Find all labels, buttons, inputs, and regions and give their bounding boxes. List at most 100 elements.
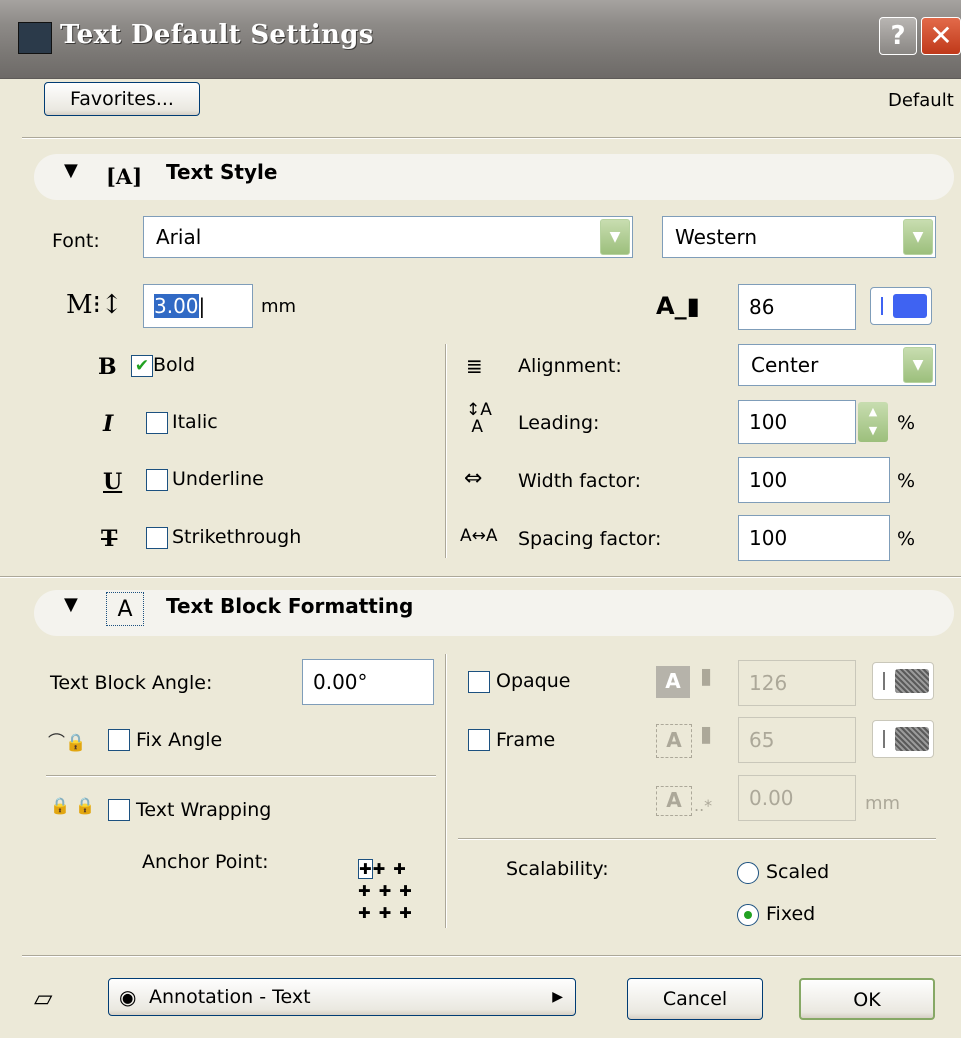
frame-checkbox[interactable] xyxy=(468,729,490,751)
close-button[interactable]: ✕ xyxy=(921,17,961,55)
strikethrough-icon: T xyxy=(101,526,118,552)
underline-label: Underline xyxy=(172,468,264,490)
ok-button[interactable]: OK xyxy=(799,978,935,1020)
text-wrapping-label: Text Wrapping xyxy=(136,799,272,821)
background-pen-icon: A xyxy=(656,666,690,698)
eye-icon: ◉ xyxy=(119,985,137,1009)
divider xyxy=(445,344,447,558)
leading-unit: % xyxy=(897,412,916,434)
angle-label: Text Block Angle: xyxy=(50,672,213,694)
text-block-title: Text Block Formatting xyxy=(166,594,414,618)
text-pen-input[interactable]: 86 xyxy=(738,284,856,330)
text-block-icon: A xyxy=(106,592,144,626)
fix-angle-checkbox[interactable] xyxy=(108,729,130,751)
app-icon xyxy=(18,22,52,54)
pen-icon: ▮ xyxy=(700,664,713,689)
alignment-icon: ≣ xyxy=(466,354,483,378)
layer-selector[interactable]: ◉ Annotation - Text ▶ xyxy=(108,978,576,1016)
chevron-down-icon: ▼ xyxy=(600,219,630,255)
frame-pen-input[interactable]: 65 xyxy=(738,717,856,763)
leading-icon: ↕A A xyxy=(466,400,492,437)
fix-angle-label: Fix Angle xyxy=(136,729,223,751)
scalability-label: Scalability: xyxy=(506,858,609,880)
frame-offset-input[interactable]: 0.00 xyxy=(738,775,856,821)
width-factor-label: Width factor: xyxy=(518,470,641,492)
divider xyxy=(46,775,436,777)
fix-angle-icon: ⌒🔒 xyxy=(48,733,87,753)
italic-checkbox[interactable] xyxy=(146,412,168,434)
bold-checkbox[interactable]: ✔ xyxy=(131,355,153,377)
leading-stepper[interactable]: ▲ ▼ xyxy=(858,402,888,442)
frame-offset-icon: A xyxy=(656,786,692,816)
collapse-triangle-icon[interactable]: ▼ xyxy=(64,594,78,615)
fixed-label: Fixed xyxy=(766,903,816,925)
scaled-label: Scaled xyxy=(766,861,830,883)
frame-pen-icon: A xyxy=(656,724,692,758)
font-value: Arial xyxy=(156,225,202,249)
divider xyxy=(458,838,936,840)
leading-input[interactable]: 100 xyxy=(738,400,856,444)
layer-value: Annotation - Text xyxy=(149,986,311,1008)
spacing-factor-input[interactable]: 100 xyxy=(738,515,890,561)
width-factor-icon: ⇔ xyxy=(464,466,483,491)
anchor-point-grid[interactable]: ✚✚✚ ✚✚✚ ✚✚✚ xyxy=(358,858,428,926)
font-dropdown[interactable]: Arial ▼ xyxy=(143,216,633,258)
italic-icon: I xyxy=(103,411,114,437)
pen-icon: ▮ xyxy=(700,722,713,747)
fixed-radio[interactable] xyxy=(737,904,759,926)
chevron-down-icon: ▼ xyxy=(903,347,933,383)
text-wrapping-icon: 🔒 🔒 xyxy=(50,796,95,815)
default-label: Default xyxy=(888,90,954,111)
script-value: Western xyxy=(675,225,758,249)
layers-icon: ▱ xyxy=(34,984,53,1012)
opaque-checkbox[interactable] xyxy=(468,671,490,693)
opaque-pen-swatch[interactable] xyxy=(872,662,934,700)
width-factor-input[interactable]: 100 xyxy=(738,457,890,503)
favorites-button[interactable]: Favorites... xyxy=(44,82,200,116)
bold-label: Bold xyxy=(153,354,195,376)
divider xyxy=(445,654,447,928)
scaled-radio[interactable] xyxy=(737,862,759,884)
divider xyxy=(22,137,961,139)
pen-color-swatch[interactable] xyxy=(870,287,932,325)
frame-offset-unit: mm xyxy=(865,793,901,814)
divider xyxy=(0,576,961,578)
text-size-input[interactable]: 3.00| xyxy=(143,284,253,328)
help-button[interactable]: ? xyxy=(879,17,917,55)
underline-checkbox[interactable] xyxy=(146,469,168,491)
text-style-title: Text Style xyxy=(166,160,278,184)
alignment-label: Alignment: xyxy=(518,355,622,377)
strikethrough-label: Strikethrough xyxy=(172,526,302,548)
window-title: Text Default Settings xyxy=(60,20,374,50)
strikethrough-checkbox[interactable] xyxy=(146,527,168,549)
bold-icon: B xyxy=(98,354,117,380)
opaque-pen-input[interactable]: 126 xyxy=(738,660,856,706)
width-factor-unit: % xyxy=(897,470,916,492)
spacing-factor-unit: % xyxy=(897,528,916,550)
frame-label: Frame xyxy=(496,729,556,751)
angle-input[interactable]: 0.00° xyxy=(302,659,434,705)
size-unit: mm xyxy=(261,296,297,317)
collapse-triangle-icon[interactable]: ▼ xyxy=(64,160,78,181)
text-size-icon: M⁝↕ xyxy=(66,290,123,320)
divider xyxy=(22,955,961,957)
underline-icon: U xyxy=(103,469,123,495)
spacing-factor-label: Spacing factor: xyxy=(518,528,662,550)
frame-pen-swatch[interactable] xyxy=(872,720,934,758)
alignment-value: Center xyxy=(751,353,819,377)
font-label: Font: xyxy=(52,230,100,252)
cancel-button[interactable]: Cancel xyxy=(627,978,763,1020)
text-pen-icon: A_▮ xyxy=(656,292,700,320)
text-wrapping-checkbox[interactable] xyxy=(108,799,130,821)
leading-label: Leading: xyxy=(518,412,600,434)
text-size-value: 3.00 xyxy=(154,294,199,318)
italic-label: Italic xyxy=(172,411,218,433)
anchor-point-label: Anchor Point: xyxy=(142,851,269,873)
alignment-dropdown[interactable]: Center ▼ xyxy=(738,344,936,386)
offset-marker-icon: ..* xyxy=(694,796,713,815)
script-dropdown[interactable]: Western ▼ xyxy=(662,216,936,258)
chevron-down-icon: ▼ xyxy=(903,219,933,255)
spacing-factor-icon: A↔A xyxy=(460,526,498,546)
chevron-right-icon: ▶ xyxy=(552,989,563,1005)
text-style-icon: [A] xyxy=(106,164,143,189)
